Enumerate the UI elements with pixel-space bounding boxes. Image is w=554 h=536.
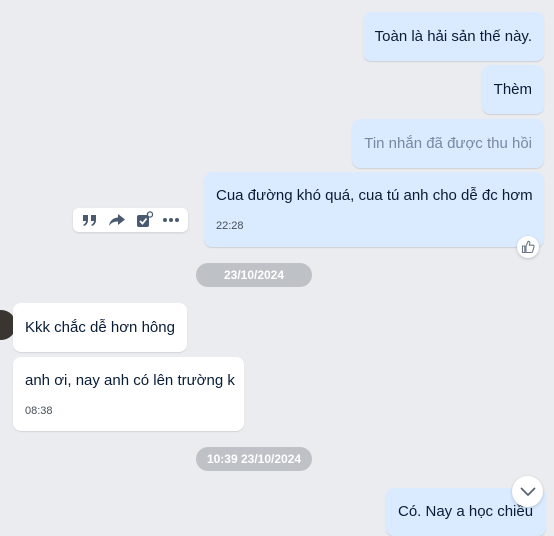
- date-separator: 23/10/2024: [196, 263, 312, 287]
- date-separator-text: 10:39 23/10/2024: [206, 452, 302, 466]
- recalled-message-text: Tin nhắn đã được thu hồi: [364, 135, 532, 152]
- message-bubble-incoming[interactable]: anh ơi, nay anh có lên trường k 08:38: [13, 357, 244, 431]
- more-icon[interactable]: [162, 211, 180, 229]
- like-icon[interactable]: [517, 236, 539, 258]
- message-text: Thèm: [493, 81, 532, 98]
- date-separator: 10:39 23/10/2024: [196, 447, 312, 471]
- message-bubble-outgoing[interactable]: Thèm: [481, 65, 544, 114]
- chevron-down-icon: [520, 487, 535, 496]
- forward-icon[interactable]: [108, 211, 126, 229]
- message-action-toolbar: [73, 208, 188, 232]
- task-icon[interactable]: [135, 211, 153, 229]
- message-bubble-recalled[interactable]: Tin nhắn đã được thu hồi: [352, 119, 544, 168]
- message-text: Cua đường khó quá, cua tú anh cho dễ đc …: [216, 187, 533, 204]
- quote-icon[interactable]: [81, 211, 99, 229]
- message-time: 22:28: [216, 220, 244, 232]
- message-text: Có. Nay a học chiều: [398, 503, 534, 520]
- message-text: Toàn là hải sản thế này.: [374, 28, 532, 45]
- message-bubble-outgoing[interactable]: Toàn là hải sản thế này.: [362, 12, 544, 61]
- date-separator-text: 23/10/2024: [223, 268, 285, 282]
- message-text: Kkk chắc dễ hơn hông: [25, 319, 175, 336]
- message-text: anh ơi, nay anh có lên trường k: [25, 372, 235, 389]
- message-bubble-incoming[interactable]: Kkk chắc dễ hơn hông: [13, 303, 187, 352]
- message-time: 08:38: [25, 405, 53, 417]
- scroll-to-bottom-button[interactable]: [512, 476, 543, 507]
- message-bubble-outgoing[interactable]: Cua đường khó quá, cua tú anh cho dễ đc …: [204, 172, 544, 247]
